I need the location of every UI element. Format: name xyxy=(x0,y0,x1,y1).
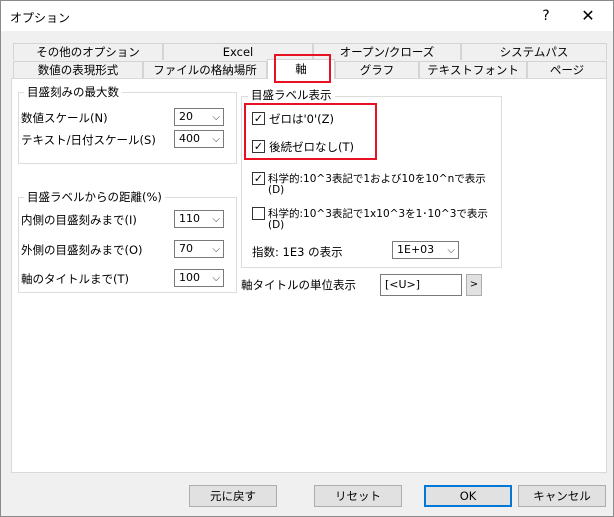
exponent-combo[interactable]: 1E+03 ⌵ xyxy=(392,241,459,259)
inner-tick-label: 内側の目盛刻みまで(I) xyxy=(21,213,137,227)
axis-tab-panel: 目盛刻みの最大数 数値スケール(N) 20 ⌵ テキスト/日付スケール(S) 4… xyxy=(11,78,607,473)
tab-open-close[interactable]: オープン/クローズ xyxy=(313,43,461,60)
axis-unit-input[interactable]: [<U>] xyxy=(380,274,462,296)
help-button[interactable]: ? xyxy=(531,5,561,27)
tick-max-title: 目盛刻みの最大数 xyxy=(24,84,122,100)
outer-tick-value: 70 xyxy=(179,242,193,255)
tab-graph[interactable]: グラフ xyxy=(335,61,419,78)
scientific-1-mnemonic: (D) xyxy=(268,184,285,196)
inner-tick-combo[interactable]: 110 ⌵ xyxy=(174,210,224,228)
numeric-scale-label: 数値スケール(N) xyxy=(21,111,108,125)
close-button[interactable]: ✕ xyxy=(571,5,605,27)
exponent-value: 1E+03 xyxy=(397,243,435,256)
tab-file-locations[interactable]: ファイルの格納場所 xyxy=(143,61,267,78)
axis-title-distance-value: 100 xyxy=(179,271,200,284)
tab-number-format[interactable]: 数値の表現形式 xyxy=(13,61,143,78)
restore-default-button[interactable]: 元に戻す xyxy=(189,485,277,507)
scientific-2-checkbox[interactable] xyxy=(252,207,265,220)
axis-title-distance-combo[interactable]: 100 ⌵ xyxy=(174,269,224,287)
ok-button[interactable]: OK xyxy=(424,485,512,507)
trailing-zero-checkbox[interactable]: ✓ xyxy=(252,140,265,153)
title-bar: オプション ? ✕ xyxy=(1,1,613,31)
scientific-2-label: 科学的:10^3表記で1x10^3を1･10^3で表示 xyxy=(268,208,488,220)
chevron-down-icon: ⌵ xyxy=(212,244,220,255)
chevron-down-icon: ⌵ xyxy=(212,273,220,284)
tab-other-options[interactable]: その他のオプション xyxy=(13,43,163,60)
numeric-scale-value: 20 xyxy=(179,110,193,123)
tab-excel[interactable]: Excel xyxy=(163,43,313,60)
tick-label-display-title: 目盛ラベル表示 xyxy=(248,87,335,103)
tick-max-group xyxy=(18,92,237,164)
tab-page[interactable]: ページ xyxy=(527,61,607,78)
axis-unit-arrow-button[interactable]: > xyxy=(466,274,482,296)
chevron-down-icon: ⌵ xyxy=(447,245,455,256)
cancel-button[interactable]: キャンセル xyxy=(518,485,606,507)
reset-button[interactable]: リセット xyxy=(314,485,402,507)
chevron-down-icon: ⌵ xyxy=(212,112,220,123)
numeric-scale-combo[interactable]: 20 ⌵ xyxy=(174,108,224,126)
tab-text-font[interactable]: テキストフォント xyxy=(419,61,527,78)
chevron-down-icon: ⌵ xyxy=(212,214,220,225)
zero-is-0-checkbox[interactable]: ✓ xyxy=(252,112,265,125)
scientific-2-mnemonic: (D) xyxy=(268,219,285,231)
options-dialog: オプション ? ✕ その他のオプション Excel オープン/クローズ システム… xyxy=(0,0,614,517)
exponent-label: 指数: 1E3 の表示 xyxy=(252,245,343,259)
scientific-1-label: 科学的:10^3表記で1および10を10^nで表示 xyxy=(268,173,486,185)
trailing-zero-label: 後続ゼロなし(T) xyxy=(269,140,354,154)
axis-unit-label: 軸タイトルの単位表示 xyxy=(241,278,356,292)
zero-is-0-label: ゼロは'0'(Z) xyxy=(269,112,334,126)
tab-axis[interactable]: 軸 xyxy=(267,59,335,79)
axis-title-distance-label: 軸のタイトルまで(T) xyxy=(21,272,129,286)
text-date-scale-combo[interactable]: 400 ⌵ xyxy=(174,130,224,148)
outer-tick-combo[interactable]: 70 ⌵ xyxy=(174,240,224,258)
window-title: オプション xyxy=(10,11,71,25)
chevron-down-icon: ⌵ xyxy=(212,134,220,145)
tab-system-path[interactable]: システムパス xyxy=(461,43,607,60)
inner-tick-value: 110 xyxy=(179,212,200,225)
scientific-1-checkbox[interactable]: ✓ xyxy=(252,172,265,185)
text-date-scale-label: テキスト/日付スケール(S) xyxy=(21,133,156,147)
outer-tick-label: 外側の目盛刻みまで(O) xyxy=(21,243,143,257)
text-date-scale-value: 400 xyxy=(179,132,200,145)
label-distance-title: 目盛ラベルからの距離(%) xyxy=(24,189,165,205)
